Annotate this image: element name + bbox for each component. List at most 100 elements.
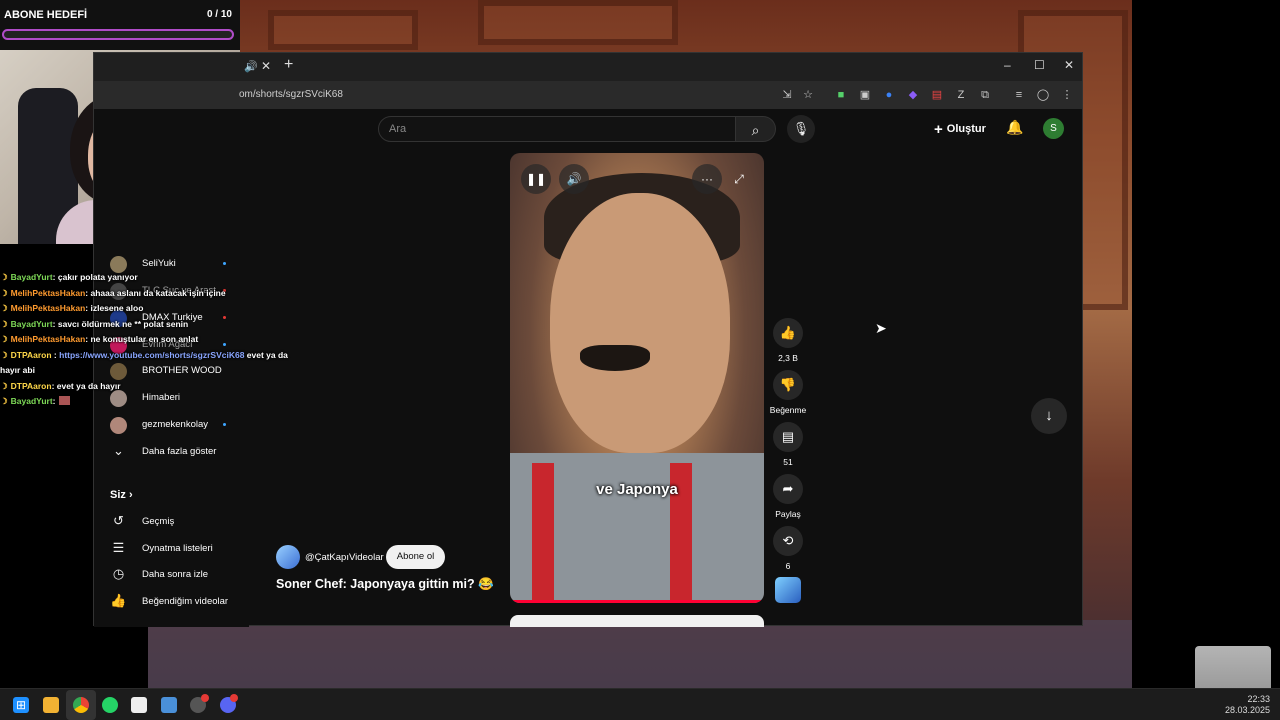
chevron-right-icon: › [128,489,133,501]
account-avatar[interactable]: S [1043,118,1064,139]
voice-search-button[interactable]: 🎙 [787,115,815,143]
chat-text: : evet ya da hayır [51,380,121,391]
sidebar-item-history[interactable]: ↺ Geçmiş [110,512,250,532]
create-label: Oluştur [946,123,986,135]
moon-icon: ☽ [0,287,8,298]
channel-info: @ÇatKapıVideolar Abone ol [276,545,476,569]
close-window-button[interactable]: ✕ [1064,58,1074,72]
chrome-icon[interactable] [73,697,89,713]
notification-badge [201,694,209,702]
history-icon: ↺ [113,513,124,528]
maximize-button[interactable]: ☐ [1034,58,1045,72]
new-content-dot [223,262,226,265]
extension-purple-icon[interactable]: ◆ [906,88,920,102]
install-icon[interactable]: ⇲ [780,88,794,102]
extension-icon[interactable]: ▣ [858,88,872,102]
search-input[interactable]: Ara [389,123,406,135]
photos-icon[interactable] [161,697,177,713]
paint-icon[interactable] [131,697,147,713]
volume-icon: 🔊 [566,172,582,186]
moon-icon: ☽ [0,396,8,406]
chat-text: : çakır polata yanıyor [52,272,138,282]
new-tab-button[interactable]: + [284,56,293,74]
create-button[interactable]: + Oluştur [934,121,986,138]
show-more-label: Daha fazla göster [142,446,217,457]
sidebar-item-label: Geçmiş [142,516,175,527]
youtube-header: Ara ⌕ 🎙 + Oluştur 🔔 S [94,109,1082,149]
chat-message: ☽ DTPAaron : https://www.youtube.com/shor… [0,349,288,360]
tab-audio-icon[interactable]: 🔊 [244,60,258,73]
goal-title: ABONE HEDEFİ [4,9,88,21]
pause-button[interactable]: ❚❚ [521,164,551,194]
sidebar-item-liked-videos[interactable]: 👍 Beğendiğim videolar [110,592,250,612]
sidebar-item-watch-later[interactable]: ◷ Daha sonra izle [110,565,250,585]
comment-icon[interactable]: ▤ [773,422,803,452]
remix-icon[interactable]: ⟲ [773,526,803,556]
search-button[interactable]: ⌕ [736,116,776,142]
you-label: Siz [110,489,126,501]
moon-icon: ☽ [0,380,8,391]
comment-count: 51 [783,457,793,467]
show-more-button[interactable]: ⌄ Daha fazla göster [110,442,250,462]
remix-count: 6 [785,561,791,571]
chat-text: : [52,396,56,406]
subscription-item[interactable]: gezmekenkolay [110,415,240,435]
channel-handle[interactable]: @ÇatKapıVideolar [305,552,384,563]
thumb-up-icon[interactable]: 👍 [773,318,803,348]
goal-count: 0 / 10 [206,9,232,20]
fullscreen-button[interactable]: ⤢ [724,164,754,194]
bookmark-star-icon[interactable]: ☆ [801,88,815,102]
extension-blue-icon[interactable]: ● [882,88,896,102]
short-video-player[interactable]: ve Japonya ❚❚ 🔊 ··· ⤢ [510,153,764,603]
mic-icon: 🎙 [792,121,810,136]
chat-message: ☽ BayadYurt: [0,394,280,410]
subscribe-button[interactable]: Abone ol [386,545,445,569]
chat-username: BayadYurt [10,318,53,329]
dislike-action[interactable]: 👎 Beğenme [769,370,807,415]
next-short-preview[interactable] [510,615,764,627]
extension-z-icon[interactable]: Z [954,88,968,102]
search-box[interactable]: Ara [378,116,736,142]
media-control-icon[interactable]: ≡ [1012,88,1026,102]
remix-action[interactable]: ⟲ 6 [769,526,807,571]
extensions-puzzle-icon[interactable]: ⧉ [978,88,992,102]
you-section-header[interactable]: Siz › [110,489,133,501]
search-icon: ⌕ [751,122,760,138]
whatsapp-icon[interactable] [102,697,118,713]
taskbar-date[interactable]: 28.03.2025 [1225,705,1270,715]
channel-avatar[interactable] [276,545,300,569]
taskbar-time[interactable]: 22:33 [1247,694,1270,704]
moon-icon: ☽ [0,272,8,282]
comments-action[interactable]: ▤ 51 [769,422,807,467]
mouse-cursor-icon: ➤ [875,320,887,336]
like-action[interactable]: 👍 2,3 B [769,318,807,363]
file-explorer-icon[interactable] [43,697,59,713]
tab-close-icon[interactable]: ✕ [261,59,271,73]
sound-thumbnail[interactable] [775,577,801,603]
chevron-down-icon: ⌄ [113,443,124,458]
notifications-bell-icon[interactable]: 🔔 [1006,119,1023,136]
sidebar-item-label: Daha sonra izle [142,569,209,580]
chat-link[interactable]: https://www.youtube.com/shorts/sgzrSVciK… [59,350,244,360]
url-field[interactable]: om/shorts/sgzrSVciK68 [239,89,343,100]
profile-icon[interactable]: ◯ [1036,88,1050,102]
video-progress-fill [510,600,764,603]
chat-username: BayadYurt [10,272,53,282]
share-icon[interactable]: ➦ [773,474,803,504]
minimize-button[interactable]: – [1004,58,1011,72]
chat-username: MelihPektasHakan [10,303,86,313]
extension-red-icon[interactable]: ▤ [930,88,944,102]
sidebar-item-playlists[interactable]: ☰ Oynatma listeleri [110,539,250,559]
thumb-down-icon[interactable]: 👎 [773,370,803,400]
share-action[interactable]: ➦ Paylaş [769,474,807,519]
next-video-button[interactable]: ↓ [1031,398,1067,434]
right-black-area [1132,0,1280,688]
windows-start-icon[interactable]: ⊞ [13,697,29,713]
extension-green-icon[interactable]: ■ [834,88,848,102]
volume-button[interactable]: 🔊 [559,164,589,194]
chat-message: ☽ BayadYurt: savcı öldürmek ne ** polat s… [0,317,280,333]
menu-dots-icon[interactable]: ⋮ [1060,88,1074,102]
moon-icon: ☽ [0,303,8,313]
more-options-button[interactable]: ··· [692,164,722,194]
video-progress-bar[interactable] [510,600,764,603]
